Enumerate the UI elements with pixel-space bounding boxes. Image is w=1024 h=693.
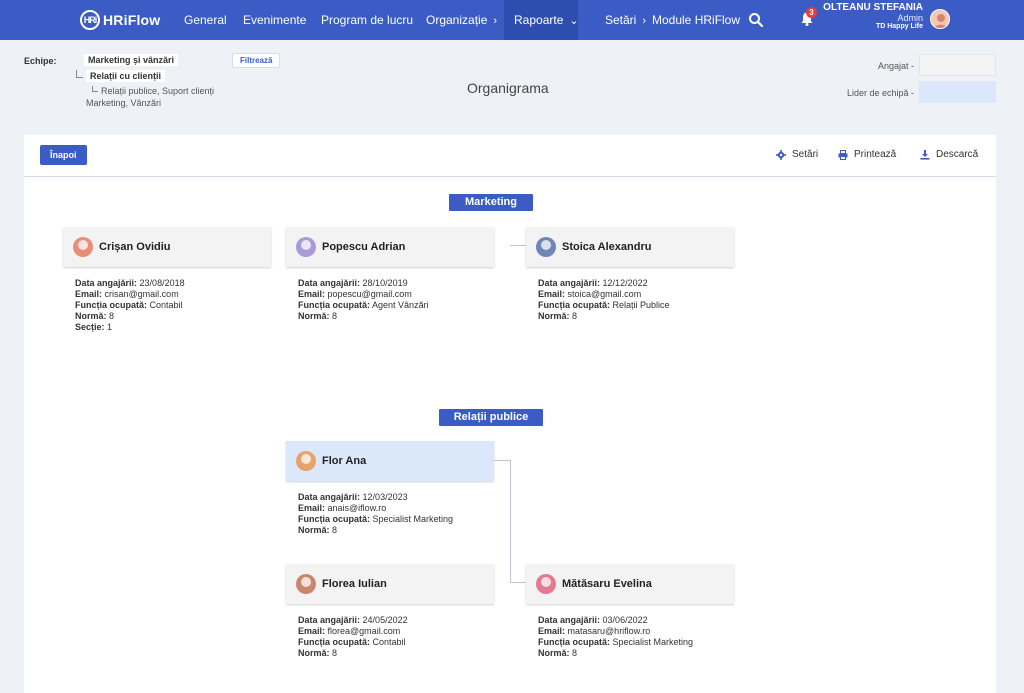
person-card-flor-ana[interactable]: Flor Ana xyxy=(286,441,494,481)
printer-icon xyxy=(838,149,848,160)
card-toolbar: Înapoi Setări Printează Descarcă xyxy=(24,135,996,177)
chevron-right-icon: › xyxy=(642,15,647,27)
person-name: Popescu Adrian xyxy=(322,241,406,253)
person-details-stoica-alexandru: Data angajării: 12/12/2022 Email: stoica… xyxy=(538,278,670,321)
notification-badge: 3 xyxy=(806,7,817,18)
legend-leader-swatch xyxy=(919,81,996,103)
org-chart-card: Înapoi Setări Printează Descarcă Marketi… xyxy=(24,135,996,693)
connector-line xyxy=(510,460,511,583)
user-company: TD Happy Life xyxy=(875,22,923,30)
legend-employee-swatch xyxy=(919,54,996,76)
print-button[interactable]: Printează xyxy=(838,149,896,160)
team-relatii-clienti[interactable]: Relații cu clienții xyxy=(86,70,166,82)
team-marketing-vanzari[interactable]: Marketing și vânzări xyxy=(84,54,179,66)
nav-item-module-hriflow[interactable]: Module HRiFlow xyxy=(652,0,740,40)
person-details-popescu-adrian: Data angajării: 28/10/2019 Email: popesc… xyxy=(298,278,429,321)
person-card-matasaru-evelina[interactable]: Mătăsaru Evelina xyxy=(526,564,734,604)
back-button[interactable]: Înapoi xyxy=(40,145,87,165)
person-details-flor-ana: Data angajării: 12/03/2023 Email: anais@… xyxy=(298,492,454,535)
print-label: Printează xyxy=(854,149,897,160)
avatar xyxy=(296,451,316,471)
team-relatii-publice-suport[interactable]: Relații publice, Suport clienți xyxy=(101,86,214,96)
settings-label: Setări xyxy=(792,149,819,160)
nav-item-setari[interactable]: Setări › xyxy=(605,0,646,40)
connector-line xyxy=(510,582,526,583)
person-details-crisan-ovidiu: Data angajării: 23/08/2018 Email: crisan… xyxy=(75,278,185,332)
search-icon[interactable] xyxy=(748,12,764,28)
tree-connector xyxy=(76,70,83,78)
logo-text: HRiFlow xyxy=(103,12,161,28)
nav-item-rapoarte[interactable]: Rapoarte ⌄ xyxy=(504,0,579,40)
person-name: Crișan Ovidiu xyxy=(99,241,171,253)
person-name: Flor Ana xyxy=(322,455,367,467)
person-name: Mătăsaru Evelina xyxy=(562,578,652,590)
teams-label: Echipe: xyxy=(24,56,57,66)
legend-leader-label: Lider de echipă - xyxy=(846,88,914,98)
user-name: OLTEANU STEFANIA xyxy=(823,2,923,13)
person-name: Florea Iulian xyxy=(322,578,387,590)
team-marketing-vanzari-list[interactable]: Marketing, Vânzări xyxy=(86,98,161,108)
user-menu[interactable]: OLTEANU STEFANIA Admin TD Happy Life xyxy=(823,2,923,30)
avatar xyxy=(536,237,556,257)
legend-employee-label: Angajat - xyxy=(877,61,914,71)
section-tag-relatii-publice: Relații publice xyxy=(439,409,543,426)
page-title: Organigrama xyxy=(467,80,549,96)
gear-icon xyxy=(776,149,786,160)
avatar xyxy=(296,574,316,594)
person-card-popescu-adrian[interactable]: Popescu Adrian xyxy=(286,227,494,267)
avatar xyxy=(296,237,316,257)
person-details-matasaru-evelina: Data angajării: 03/06/2022 Email: matasa… xyxy=(538,615,694,658)
download-icon xyxy=(920,149,930,160)
person-name: Stoica Alexandru xyxy=(562,241,652,253)
section-tag-marketing: Marketing xyxy=(449,194,533,211)
chevron-right-icon: › xyxy=(493,15,498,27)
app-logo[interactable]: HRi HRiFlow xyxy=(80,9,160,31)
tree-connector xyxy=(92,86,98,92)
chevron-down-icon: ⌄ xyxy=(569,15,579,27)
logo-mark-icon: HRi xyxy=(80,10,100,30)
filter-button[interactable]: Filtrează xyxy=(232,53,281,68)
avatar xyxy=(73,237,93,257)
person-card-stoica-alexandru[interactable]: Stoica Alexandru xyxy=(526,227,734,267)
user-avatar[interactable] xyxy=(930,9,950,29)
nav-item-general[interactable]: General xyxy=(184,0,227,40)
download-label: Descarcă xyxy=(936,149,979,160)
connector-line xyxy=(510,245,526,246)
download-button[interactable]: Descarcă xyxy=(920,149,978,160)
avatar xyxy=(536,574,556,594)
nav-item-evenimente[interactable]: Evenimente xyxy=(243,0,306,40)
user-role: Admin xyxy=(897,12,923,23)
settings-button[interactable]: Setări xyxy=(776,149,818,160)
top-navbar: HRi HRiFlow General Evenimente Program d… xyxy=(0,0,1024,40)
person-card-crisan-ovidiu[interactable]: Crișan Ovidiu xyxy=(63,227,271,267)
connector-line xyxy=(494,460,510,461)
person-card-florea-iulian[interactable]: Florea Iulian xyxy=(286,564,494,604)
nav-item-organizatie[interactable]: Organizație › xyxy=(426,0,497,40)
nav-item-program-de-lucru[interactable]: Program de lucru xyxy=(321,0,413,40)
person-details-florea-iulian: Data angajării: 24/05/2022 Email: florea… xyxy=(298,615,408,658)
